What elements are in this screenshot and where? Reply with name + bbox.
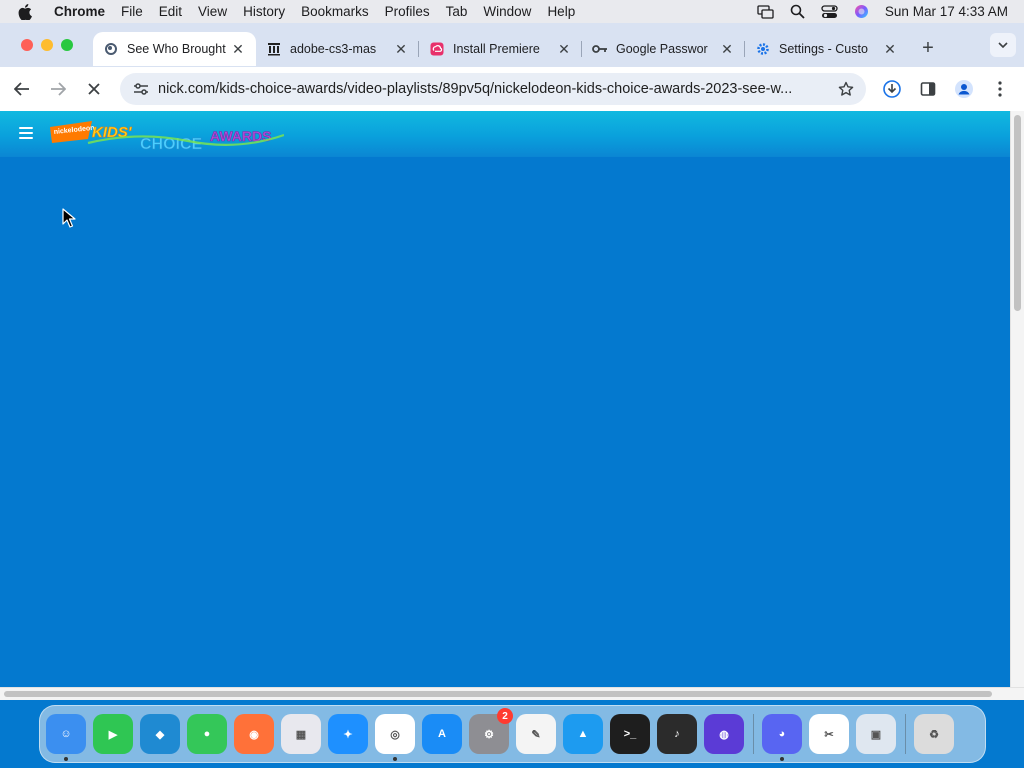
tab-google-passwords[interactable]: Google Passwor ✕: [582, 32, 745, 66]
tab-adobe-cs3[interactable]: adobe-cs3-mas ✕: [256, 32, 419, 66]
launchpad-icon[interactable]: ▦: [281, 714, 321, 754]
back-button[interactable]: [6, 73, 38, 105]
gear-icon: [755, 41, 771, 57]
vertical-scrollbar-thumb[interactable]: [1014, 115, 1021, 311]
vscode-icon[interactable]: ◆: [140, 714, 180, 754]
preview-icon[interactable]: ▣: [856, 714, 896, 754]
vertical-scrollbar[interactable]: [1010, 111, 1024, 687]
facetime-icon[interactable]: ▶: [93, 714, 133, 754]
tab-see-who-brought[interactable]: See Who Brought ✕: [93, 32, 256, 66]
tab-title: Install Premiere: [453, 42, 540, 56]
archive-icon: [266, 41, 282, 57]
system-settings-icon[interactable]: ⚙ 2: [469, 708, 513, 754]
close-tab-icon[interactable]: ✕: [556, 41, 572, 57]
running-indicator: [393, 757, 397, 761]
app-store-icon[interactable]: A: [422, 714, 462, 754]
close-tab-icon[interactable]: ✕: [230, 41, 246, 57]
menu-file[interactable]: File: [113, 4, 151, 19]
key-icon: [592, 41, 608, 57]
download-icon[interactable]: [876, 73, 908, 105]
tab-title: Google Passwor: [616, 42, 708, 56]
browser-toolbar: nick.com/kids-choice-awards/video-playli…: [0, 67, 1024, 111]
trash-icon[interactable]: ♻: [914, 714, 954, 754]
capcut-icon[interactable]: ✂: [809, 714, 849, 754]
finder-icon[interactable]: ☺: [46, 714, 86, 761]
firefox-icon[interactable]: ◉: [234, 714, 274, 754]
menu-app-name[interactable]: Chrome: [48, 4, 113, 19]
menu-tab[interactable]: Tab: [438, 4, 476, 19]
mouse-pointer-icon: [62, 208, 76, 228]
horizontal-scrollbar[interactable]: [0, 687, 1024, 700]
safari-icon[interactable]: ✦: [328, 714, 368, 754]
tab-title: adobe-cs3-mas: [290, 42, 377, 56]
control-center-icon[interactable]: [821, 4, 839, 20]
chrome-icon[interactable]: ◎: [375, 714, 415, 761]
window-controls: [21, 39, 73, 51]
menu-history[interactable]: History: [235, 4, 293, 19]
menu-help[interactable]: Help: [539, 4, 583, 19]
address-bar[interactable]: nick.com/kids-choice-awards/video-playli…: [120, 73, 866, 105]
apple-logo-icon[interactable]: [18, 3, 38, 20]
textedit-icon[interactable]: ✎: [516, 714, 556, 754]
close-tab-icon[interactable]: ✕: [393, 41, 409, 57]
menu-window[interactable]: Window: [475, 4, 539, 19]
terminal-icon[interactable]: >_: [610, 714, 650, 754]
notification-badge: 2: [497, 708, 513, 724]
bookmark-star-icon[interactable]: [834, 81, 858, 97]
creative-cloud-icon: [429, 41, 445, 57]
horizontal-scrollbar-thumb[interactable]: [4, 691, 992, 697]
messages-icon[interactable]: ●: [187, 714, 227, 754]
dock-divider: [753, 714, 754, 754]
screen-mirroring-icon[interactable]: [757, 4, 775, 20]
spotlight-search-icon[interactable]: [789, 4, 807, 20]
dock-divider: [905, 714, 906, 754]
menu-profiles[interactable]: Profiles: [377, 4, 438, 19]
browser-tab-strip: See Who Brought ✕ adobe-cs3-mas ✕ Instal…: [0, 23, 1024, 67]
stop-loading-button[interactable]: [78, 73, 110, 105]
more-menu-icon[interactable]: [984, 73, 1016, 105]
menu-edit[interactable]: Edit: [151, 4, 190, 19]
macos-menu-bar: Chrome File Edit View History Bookmarks …: [0, 0, 1024, 23]
macos-dock: ☺ ▶ ◆ ● ◉ ▦ ✦ ◎ A ⚙ 2 ✎ ▲ >_ ♪ ◍ ◕ ✂ ▣ ♻: [39, 705, 986, 763]
nickelodeon-icon: [103, 41, 119, 57]
tab-title: See Who Brought: [127, 42, 226, 56]
chevron-down-icon: [998, 42, 1008, 48]
side-panel-icon[interactable]: [912, 73, 944, 105]
page-viewport: nickelodeon KIDS' CHOICE AWARDS: [0, 111, 1010, 687]
siri-icon[interactable]: [853, 4, 871, 20]
menu-view[interactable]: View: [190, 4, 235, 19]
tab-title: Settings - Custo: [779, 42, 868, 56]
menu-bookmarks[interactable]: Bookmarks: [293, 4, 377, 19]
close-tab-icon[interactable]: ✕: [882, 41, 898, 57]
tab-settings[interactable]: Settings - Custo ✕: [745, 32, 908, 66]
site-info-icon[interactable]: [126, 82, 156, 96]
fullscreen-window-button[interactable]: [61, 39, 73, 51]
siri-icon[interactable]: ◍: [704, 714, 744, 754]
menubar-clock[interactable]: Sun Mar 17 4:33 AM: [885, 4, 1008, 19]
url-text[interactable]: nick.com/kids-choice-awards/video-playli…: [158, 81, 830, 97]
running-indicator: [64, 757, 68, 761]
arrow-right-icon: [51, 82, 66, 96]
close-tab-icon[interactable]: ✕: [719, 41, 735, 57]
running-indicator: [780, 757, 784, 761]
hamburger-menu-icon[interactable]: [19, 127, 33, 139]
keynote-icon[interactable]: ▲: [563, 714, 603, 754]
arrow-left-icon: [14, 82, 29, 96]
forward-button[interactable]: [42, 73, 74, 105]
new-tab-button[interactable]: +: [914, 34, 942, 62]
close-icon: [88, 83, 100, 95]
discord-icon[interactable]: ◕: [762, 714, 802, 761]
tab-search-button[interactable]: [990, 33, 1016, 57]
profile-avatar-icon[interactable]: [948, 73, 980, 105]
garageband-icon[interactable]: ♪: [657, 714, 697, 754]
minimize-window-button[interactable]: [41, 39, 53, 51]
kids-choice-awards-logo[interactable]: nickelodeon KIDS' CHOICE AWARDS: [48, 117, 284, 153]
tab-install-premiere[interactable]: Install Premiere ✕: [419, 32, 582, 66]
site-header: nickelodeon KIDS' CHOICE AWARDS: [0, 111, 1010, 157]
close-window-button[interactable]: [21, 39, 33, 51]
